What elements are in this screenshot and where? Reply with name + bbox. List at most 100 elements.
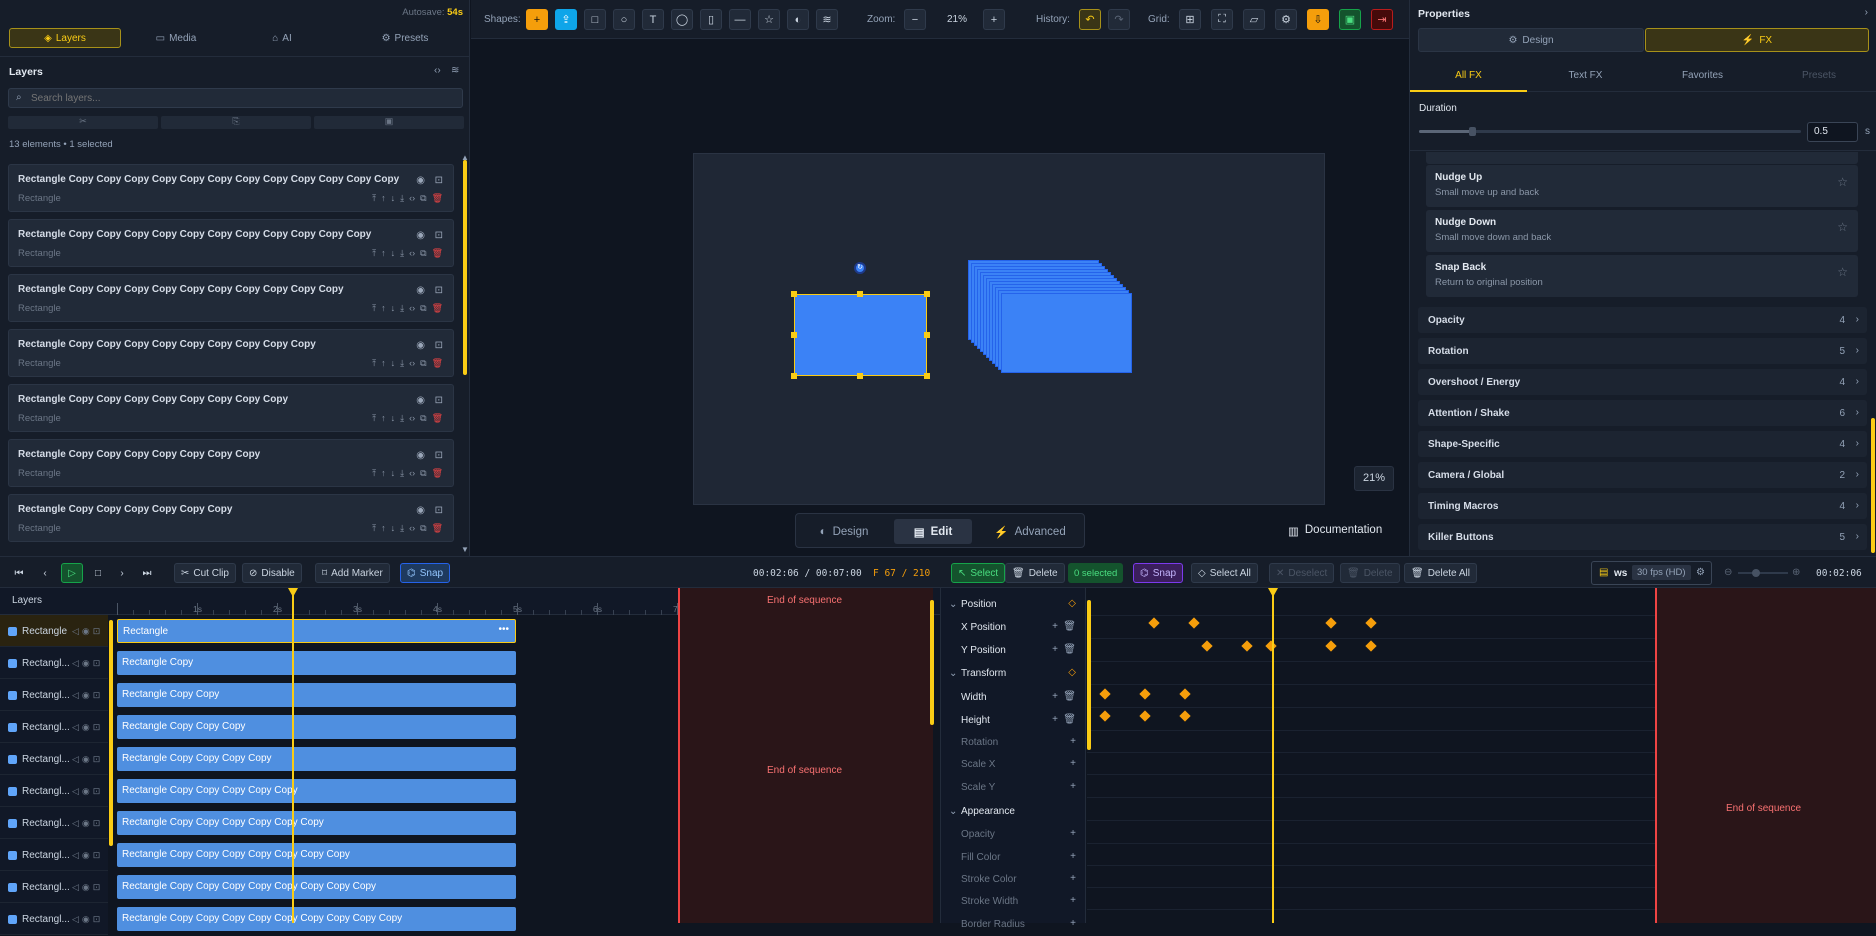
plus-icon[interactable]: + [1052, 644, 1058, 655]
move-top-icon[interactable]: ⤒ [372, 303, 376, 314]
resize-handle-s[interactable] [857, 373, 863, 379]
skip-end-button[interactable]: ⏭ [140, 563, 154, 583]
star-icon[interactable]: ☆ [1837, 265, 1848, 279]
paste-layer-button[interactable]: ⎘ [161, 116, 311, 129]
tab-presets[interactable]: ⚙ Presets [355, 28, 455, 48]
eye-icon[interactable]: ◉ [416, 230, 425, 241]
plus-icon[interactable]: + [1070, 781, 1076, 792]
keyframe-property-row[interactable]: Y Position + 🗑︎ [941, 640, 1086, 662]
tracks-scrollbar[interactable] [109, 620, 113, 846]
eye-icon[interactable]: ◉ [416, 285, 425, 296]
duplicate-icon[interactable]: ⧉ [420, 303, 426, 314]
cut-clip-button[interactable]: ✂ Cut Clip [174, 563, 236, 583]
timeline-clip[interactable]: Rectangle Copy Copy Copy Copy Copy Copy … [117, 875, 516, 899]
disable-button[interactable]: ⊘ Disable [242, 563, 302, 583]
move-down-icon[interactable]: ↓ [391, 248, 396, 259]
speaker-icon[interactable]: ◁ [72, 722, 82, 732]
layer-card[interactable]: Rectangle Copy Copy Copy Copy Copy Copy … [8, 494, 454, 542]
gear-icon[interactable]: ⚙ [1696, 567, 1705, 578]
fullscreen-button[interactable]: ⛶ [1211, 9, 1233, 30]
eye-icon[interactable]: ◉ [416, 450, 425, 461]
resize-handle-ne[interactable] [924, 291, 930, 297]
artboard[interactable]: ↻ [693, 153, 1325, 505]
keyframe-property-row[interactable]: Rotation + [941, 732, 1086, 754]
track-row[interactable]: Rectangl... ◁◉⊡ [0, 775, 108, 807]
speaker-icon[interactable]: ◁ [72, 818, 82, 828]
resize-handle-e[interactable] [924, 332, 930, 338]
lock-icon[interactable]: ⊡ [93, 786, 104, 796]
line-tool[interactable]: — [729, 9, 751, 30]
move-bottom-icon[interactable]: ⤓ [400, 193, 404, 204]
lock-icon[interactable]: ⊡ [93, 722, 104, 732]
circle-tool[interactable]: ○ [613, 9, 635, 30]
move-up-icon[interactable]: ↑ [381, 303, 386, 314]
fx-category[interactable]: Shape-Specific 4 › [1418, 431, 1867, 457]
duplicate-icon[interactable]: ⧉ [420, 358, 426, 369]
timeline-clip[interactable]: Rectangle ••• [117, 619, 516, 643]
eye-icon[interactable]: ◉ [82, 658, 93, 668]
timeline-clip[interactable]: Rectangle Copy Copy Copy [117, 715, 516, 739]
code-icon[interactable]: ‹› [409, 358, 415, 369]
playhead-handle[interactable] [1268, 588, 1278, 597]
play-button[interactable]: ▷ [61, 563, 83, 583]
lock-icon[interactable]: ⊡ [435, 230, 443, 241]
playhead[interactable] [292, 588, 294, 923]
diamond-icon[interactable]: ◇ [1068, 598, 1076, 609]
scroll-up-icon[interactable]: ▲ [461, 153, 469, 162]
move-top-icon[interactable]: ⤒ [372, 413, 376, 424]
star-icon[interactable]: ☆ [1837, 175, 1848, 189]
add-marker-button[interactable]: ⌑ Add Marker [315, 563, 390, 583]
palette-tool[interactable]: ◐ [787, 9, 809, 30]
tab-fx[interactable]: ⚡ FX [1645, 28, 1869, 52]
move-top-icon[interactable]: ⤒ [372, 468, 376, 479]
tab-layers[interactable]: ◈ Layers [9, 28, 121, 48]
next-frame-button[interactable]: › [115, 563, 129, 583]
track-row[interactable]: Rectangl... ◁◉⊡ [0, 903, 108, 935]
fx-category[interactable]: Rotation 5 › [1418, 338, 1867, 364]
select-tool-button[interactable]: ↖ Select [951, 563, 1006, 583]
documentation-link[interactable]: ▥ Documentation [1288, 524, 1382, 538]
duplicate-icon[interactable]: ⧉ [420, 193, 426, 204]
trash-icon[interactable]: 🗑︎ [432, 413, 443, 424]
subtab-presets[interactable]: Presets [1761, 62, 1876, 92]
code-icon[interactable]: ‹› [409, 413, 415, 424]
trash-icon[interactable]: 🗑︎ [1063, 621, 1076, 632]
settings-button[interactable]: ⚙ [1275, 9, 1297, 30]
eye-icon[interactable]: ◉ [82, 786, 93, 796]
fx-category[interactable]: Killer Buttons 5 › [1418, 524, 1867, 550]
speaker-icon[interactable]: ◁ [72, 626, 82, 636]
subtab-all-fx[interactable]: All FX [1410, 62, 1527, 92]
move-down-icon[interactable]: ↓ [391, 523, 396, 534]
eye-icon[interactable]: ◉ [416, 340, 425, 351]
move-down-icon[interactable]: ↓ [391, 413, 396, 424]
plus-icon[interactable]: + [1070, 895, 1076, 906]
plus-icon[interactable]: + [1070, 828, 1076, 839]
lock-icon[interactable]: ⊡ [93, 882, 104, 892]
add-shape-button[interactable]: + [526, 9, 548, 30]
trash-icon[interactable]: 🗑︎ [1063, 691, 1076, 702]
keyframe-property-row[interactable]: Stroke Width + [941, 891, 1086, 913]
timeline-clip[interactable]: Rectangle Copy Copy Copy Copy [117, 747, 516, 771]
redo-button[interactable]: ↷ [1108, 9, 1130, 30]
eye-icon[interactable]: ◉ [82, 722, 93, 732]
resize-handle-sw[interactable] [791, 373, 797, 379]
track-row[interactable]: Rectangl... ◁◉⊡ [0, 679, 108, 711]
collapse-icon[interactable]: › [1865, 7, 1868, 18]
trash-icon[interactable]: 🗑︎ [432, 303, 443, 314]
eye-icon[interactable]: ◉ [82, 626, 93, 636]
timeline-zoom-out-icon[interactable]: ⊖ [1724, 567, 1732, 578]
star-icon[interactable]: ☆ [1837, 220, 1848, 234]
track-row[interactable]: Rectangle ◁◉⊡ [0, 615, 108, 647]
resize-handle-w[interactable] [791, 332, 797, 338]
eye-icon[interactable]: ◉ [82, 818, 93, 828]
text-tool[interactable]: T [642, 9, 664, 30]
lock-icon[interactable]: ⊡ [435, 395, 443, 406]
speaker-icon[interactable]: ◁ [72, 690, 82, 700]
mode-design[interactable]: ◐ Design [804, 519, 884, 544]
fx-category[interactable]: Opacity 4 › [1418, 307, 1867, 333]
timeline-clip[interactable]: Rectangle Copy Copy Copy Copy Copy Copy … [117, 843, 516, 867]
keyframe-property-row[interactable]: Opacity + [941, 824, 1086, 846]
lock-icon[interactable]: ⊡ [93, 754, 104, 764]
snap-toggle[interactable]: ⌬ Snap [400, 563, 451, 583]
fx-category[interactable]: Attention / Shake 6 › [1418, 400, 1867, 426]
